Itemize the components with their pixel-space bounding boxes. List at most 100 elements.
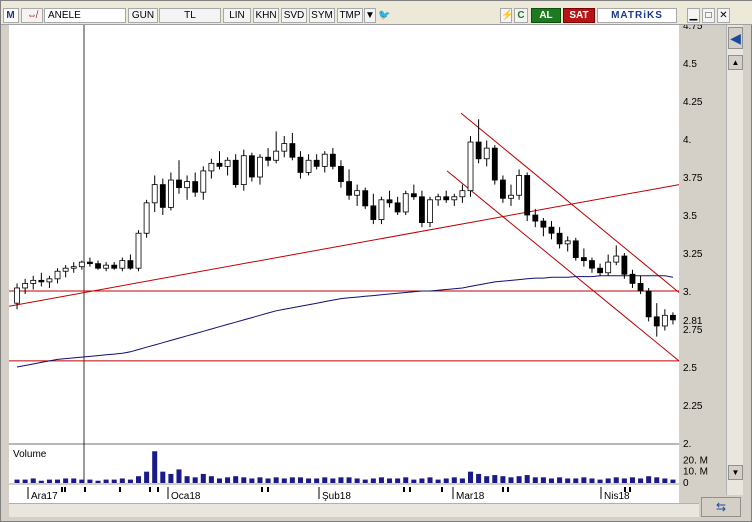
period-button[interactable]: GUN: [128, 8, 158, 23]
y-tick-label: 4.: [683, 135, 691, 146]
y-tick-label: 3.25: [683, 249, 703, 260]
candle-body: [176, 179, 182, 189]
candle-body: [192, 181, 199, 193]
volume-bar: [613, 477, 619, 483]
candle-body: [313, 159, 320, 167]
volume-bar: [95, 480, 101, 483]
candle-body: [354, 190, 361, 196]
candle-body: [386, 199, 393, 204]
candle-body: [297, 156, 304, 173]
volume-bar: [265, 478, 271, 483]
volume-bar: [370, 478, 376, 483]
volume-bar: [71, 478, 77, 483]
khn-button[interactable]: KHN: [253, 8, 279, 23]
twitter-icon[interactable]: 🐦: [377, 8, 391, 23]
candle-body: [62, 267, 69, 272]
volume-bar: [119, 478, 125, 483]
sync-icon[interactable]: ⇆: [701, 497, 741, 517]
volume-bar: [476, 473, 482, 483]
close-icon[interactable]: ✕: [717, 8, 730, 23]
week-tick: [261, 487, 263, 492]
volume-bar: [565, 478, 571, 483]
volume-bar: [14, 479, 20, 483]
buy-button[interactable]: AL: [531, 8, 561, 23]
candle-body: [508, 194, 514, 199]
matriks-brand-logo: MATRiKS: [597, 8, 677, 23]
candle-body: [46, 278, 53, 283]
volume-bar: [281, 478, 287, 483]
matriks-m-logo[interactable]: M: [3, 8, 19, 23]
candle-body: [289, 143, 296, 158]
volume-bar: [581, 477, 587, 483]
week-tick: [507, 487, 509, 492]
volume-bar: [22, 479, 28, 483]
volume-bar: [500, 476, 506, 483]
volume-bar: [273, 477, 279, 483]
volume-bar: [241, 477, 247, 483]
price-chart[interactable]: 4.754.54.254.3.753.53.253.2.752.52.252.2…: [9, 25, 725, 503]
volume-bar: [289, 477, 295, 483]
week-tick: [502, 487, 504, 492]
candle-body: [151, 184, 158, 204]
minimize-icon[interactable]: ▁: [687, 8, 700, 23]
sym-button[interactable]: SYM: [309, 8, 335, 23]
candle-body: [200, 170, 207, 193]
scale-button[interactable]: LIN: [223, 8, 251, 23]
volume-bar: [403, 477, 409, 483]
refresh-icon[interactable]: C: [514, 8, 528, 23]
volume-bar: [654, 477, 660, 483]
volume-bar: [216, 478, 222, 483]
volume-bar: [136, 476, 142, 483]
y-tick-label: 2.25: [683, 401, 703, 412]
candle-body: [224, 159, 231, 167]
volume-bar: [516, 476, 522, 483]
candle-body: [338, 165, 344, 182]
volume-bar: [249, 478, 255, 483]
svd-button[interactable]: SVD: [281, 8, 307, 23]
maximize-icon[interactable]: □: [702, 8, 715, 23]
candle-body: [135, 232, 142, 269]
volume-bar: [378, 477, 384, 483]
candle-body: [281, 143, 288, 152]
volume-bar: [257, 477, 263, 483]
dropdown-arrow-icon[interactable]: ▼: [364, 8, 376, 23]
volume-bar: [297, 477, 303, 483]
candle-body: [548, 226, 555, 234]
lightning-icon[interactable]: ⚡: [500, 8, 513, 23]
price-pane: [9, 25, 679, 443]
week-tick: [403, 487, 405, 492]
candle-body: [232, 159, 239, 185]
volume-bar: [87, 479, 93, 483]
volume-tick-label: 10. M: [683, 467, 708, 478]
horizontal-scrollbar[interactable]: [9, 503, 699, 517]
candle-body: [240, 155, 247, 186]
candle-body: [103, 264, 110, 269]
candle-body: [257, 156, 263, 178]
y-tick-label: 2.: [683, 439, 691, 450]
symbol-field[interactable]: ANELE: [44, 8, 126, 23]
tmp-button[interactable]: TMP: [337, 8, 363, 23]
candle-body: [661, 314, 668, 327]
candle-body: [159, 184, 166, 208]
candle-body: [184, 181, 191, 189]
volume-bar: [670, 479, 676, 483]
candle-body: [167, 179, 174, 208]
scroll-left-icon[interactable]: ◀: [728, 27, 743, 49]
scroll-down-icon[interactable]: ▼: [728, 465, 743, 480]
candle-body: [540, 220, 547, 228]
candle-body: [70, 266, 77, 269]
volume-bar: [314, 478, 320, 483]
sell-button[interactable]: SAT: [563, 8, 595, 23]
candle-body: [532, 214, 539, 222]
y-tick-label: 4.5: [683, 59, 697, 70]
candle-body: [597, 267, 603, 274]
close-symbol-icon[interactable]: ⇎: [21, 8, 43, 23]
volume-bar: [508, 477, 514, 483]
volume-bar: [435, 479, 441, 483]
candle-body: [30, 279, 37, 284]
vertical-scrollbar[interactable]: ◀ ▲ ▼: [726, 25, 743, 495]
currency-button[interactable]: TL: [159, 8, 221, 23]
scroll-up-icon[interactable]: ▲: [728, 55, 743, 70]
volume-bar: [346, 477, 352, 483]
week-tick: [149, 487, 151, 492]
